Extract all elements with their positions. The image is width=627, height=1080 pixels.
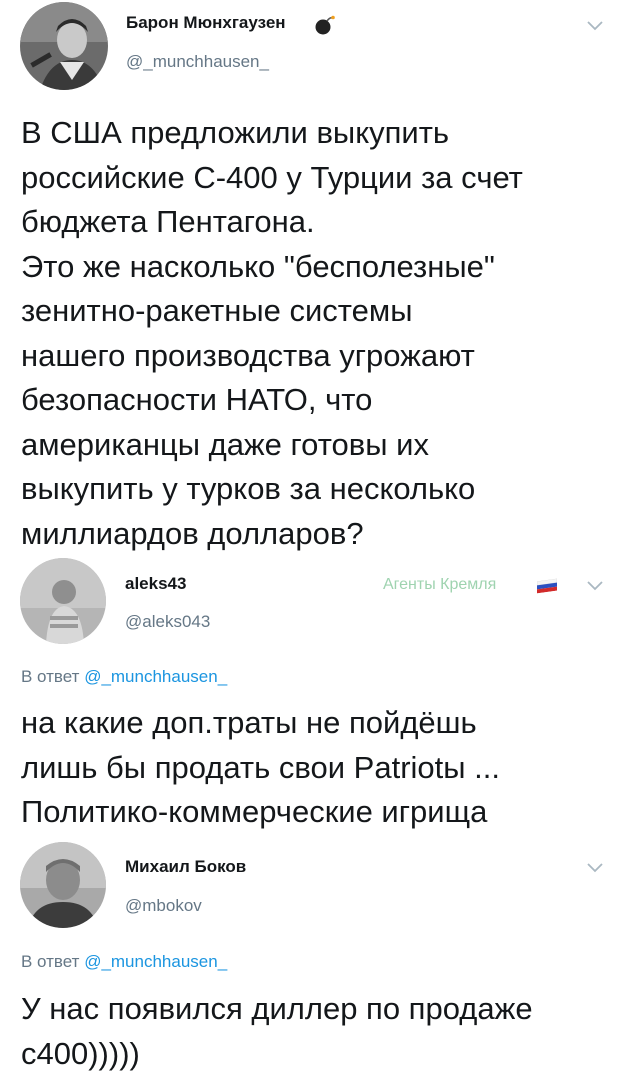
display-name[interactable]: Михаил Боков xyxy=(125,857,246,877)
reply-prefix: В ответ xyxy=(21,952,80,971)
chevron-down-icon[interactable] xyxy=(586,862,604,874)
reply-mention-link[interactable]: @_munchhausen_ xyxy=(84,952,227,971)
display-name[interactable]: aleks43 xyxy=(125,574,186,594)
reply-mention-link[interactable]: @_munchhausen_ xyxy=(84,667,227,686)
tweet-main: Барон Мюнхгаузен @_munchhausen_ В США пр… xyxy=(0,0,627,560)
handle[interactable]: @mbokov xyxy=(125,896,202,916)
chevron-down-icon[interactable] xyxy=(586,20,604,32)
handle[interactable]: @_munchhausen_ xyxy=(126,52,269,72)
chevron-down-icon[interactable] xyxy=(586,580,604,592)
tweet-reply: Михаил Боков @mbokov В ответ @_munchhaus… xyxy=(0,0,627,1071)
tweet-text: В США предложили выкупить российские С-4… xyxy=(21,115,523,551)
reply-prefix: В ответ xyxy=(21,667,80,686)
tweet-text: на какие доп.траты не пойдёшь лишь бы пр… xyxy=(21,705,501,829)
avatar[interactable] xyxy=(20,842,106,928)
avatar[interactable] xyxy=(20,558,106,644)
bomb-icon xyxy=(315,15,335,35)
handle[interactable]: @aleks043 xyxy=(125,612,210,632)
affiliation-label: Агенты Кремля xyxy=(383,576,497,593)
reply-to-line: В ответ @_munchhausen_ xyxy=(21,667,227,687)
tweet-text: У нас появился диллер по продаже с400)))… xyxy=(21,991,533,1071)
reply-to-line: В ответ @_munchhausen_ xyxy=(21,952,227,972)
russian-flag-icon xyxy=(536,578,558,594)
display-name[interactable]: Барон Мюнхгаузен xyxy=(126,13,286,33)
avatar[interactable] xyxy=(20,2,108,90)
